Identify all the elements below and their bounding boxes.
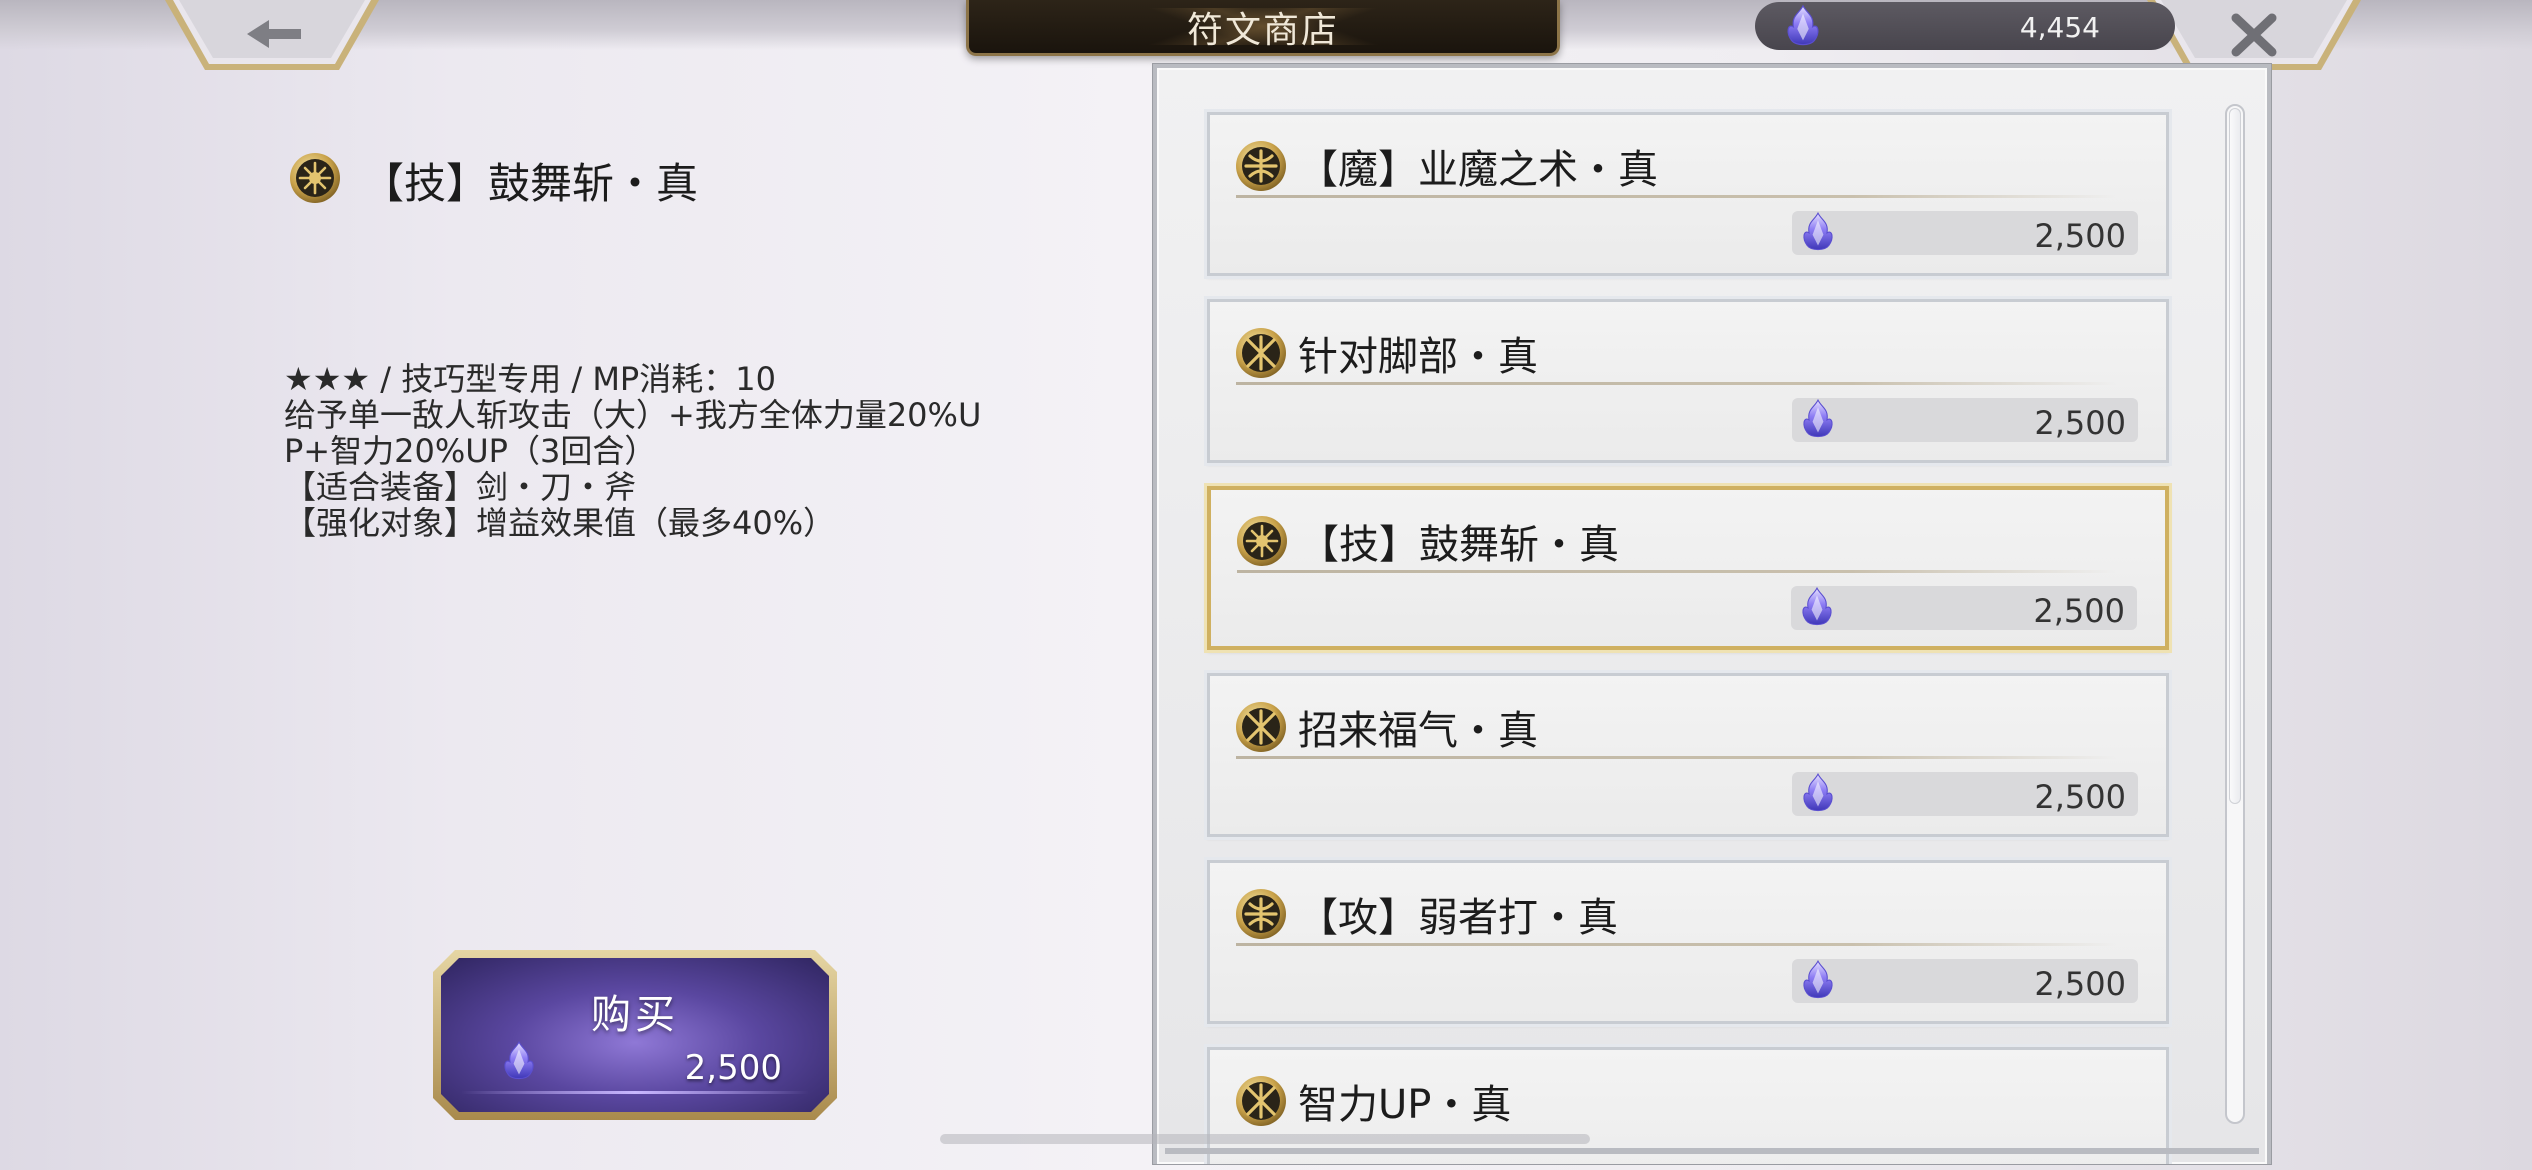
crystal-currency-icon xyxy=(1799,584,1835,630)
description-line: 给予单一敌人斩攻击（大）+我方全体力量20%U xyxy=(284,396,982,434)
currency-amount: 4,454 xyxy=(2019,11,2100,44)
rune-name: 招来福气・真 xyxy=(1298,708,1538,754)
buy-button-label: 购买 xyxy=(591,992,679,1038)
scrollbar-thumb[interactable] xyxy=(2229,108,2241,804)
rune-technique-icon xyxy=(1235,514,1289,568)
crystal-currency-icon xyxy=(1783,4,1823,48)
rune-cross-icon xyxy=(1234,887,1288,941)
buy-button-price: 2,500 xyxy=(684,1048,782,1088)
close-button[interactable] xyxy=(2147,0,2361,70)
price-tag: 2,500 xyxy=(1792,211,2138,255)
buy-button[interactable]: 购买 2,500 xyxy=(433,950,837,1120)
close-x-icon xyxy=(2147,0,2361,70)
home-indicator xyxy=(940,1134,1590,1144)
rune-list-item[interactable]: 智力UP・真 xyxy=(1207,1047,2169,1164)
rune-star-icon xyxy=(1234,1074,1288,1128)
rune-name: 针对脚部・真 xyxy=(1298,334,1538,380)
description-line: P+智力20%UP（3回合） xyxy=(284,432,657,470)
price-tag: 2,500 xyxy=(1792,398,2138,442)
crystal-currency-icon xyxy=(1800,770,1836,816)
rune-price: 2,500 xyxy=(2034,965,2126,1003)
rune-name: 【技】鼓舞斩・真 xyxy=(1299,522,1619,568)
rune-list-item-selected[interactable]: 【技】鼓舞斩・真 2,500 xyxy=(1207,486,2169,650)
divider xyxy=(1236,943,2116,946)
rune-name: 【魔】业魔之术・真 xyxy=(1298,147,1658,193)
rune-star-icon xyxy=(1234,700,1288,754)
rune-price: 2,500 xyxy=(2034,778,2126,816)
rune-list-item[interactable]: 【攻】弱者打・真 2,500 xyxy=(1207,860,2169,1024)
price-tag: 2,500 xyxy=(1792,772,2138,816)
back-button[interactable] xyxy=(165,0,379,70)
crystal-currency-icon xyxy=(1800,209,1836,255)
shop-title-plate: 符文商店 xyxy=(966,0,1560,56)
description-line: ★★★ / 技巧型专用 / MP消耗：10 xyxy=(284,360,776,398)
rune-list-item[interactable]: 招来福气・真 2,500 xyxy=(1207,673,2169,837)
currency-display: 4,454 xyxy=(1755,2,2175,50)
rune-list-panel: 【魔】业魔之术・真 2,500 针对脚部・真 2,500 【技】鼓舞斩・真 2,… xyxy=(1153,64,2271,1164)
description-line: 【适合装备】剑・刀・斧 xyxy=(284,468,637,506)
rune-description: ★★★ / 技巧型专用 / MP消耗：10 给予单一敌人斩攻击（大）+我方全体力… xyxy=(284,361,1024,541)
price-tag: 2,500 xyxy=(1792,959,2138,1003)
price-tag: 2,500 xyxy=(1791,586,2137,630)
description-line: 【强化对象】增益效果值（最多40%） xyxy=(284,504,836,542)
rune-price: 2,500 xyxy=(2034,217,2126,255)
rune-cross-icon xyxy=(1234,139,1288,193)
divider xyxy=(1236,382,2116,385)
divider xyxy=(1237,570,2115,573)
crystal-currency-icon xyxy=(1800,957,1836,1003)
divider xyxy=(1236,195,2116,198)
panel-bottom-frame xyxy=(1165,1148,2259,1154)
page-title: 符文商店 xyxy=(1186,9,1339,51)
crystal-currency-icon xyxy=(501,1040,537,1082)
rune-price: 2,500 xyxy=(2034,404,2126,442)
arrow-left-icon xyxy=(165,0,379,70)
rune-name: 智力UP・真 xyxy=(1298,1082,1512,1128)
rune-price: 2,500 xyxy=(2033,592,2125,630)
divider xyxy=(1236,756,2116,759)
crystal-currency-icon xyxy=(1800,396,1836,442)
selected-rune-title: 【技】鼓舞斩・真 xyxy=(362,159,699,208)
rune-star-icon xyxy=(1234,326,1288,380)
rune-list-item[interactable]: 【魔】业魔之术・真 2,500 xyxy=(1207,112,2169,276)
rune-technique-icon xyxy=(288,151,342,205)
rune-name: 【攻】弱者打・真 xyxy=(1298,895,1618,941)
rune-list-item[interactable]: 针对脚部・真 2,500 xyxy=(1207,299,2169,463)
